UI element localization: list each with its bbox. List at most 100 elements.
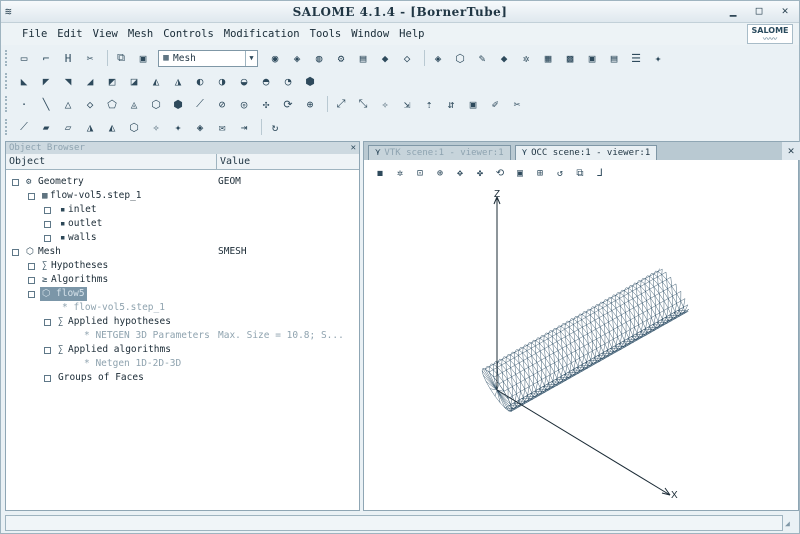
tree-row-applied-algorithms[interactable]: ∑ Applied algorithms bbox=[6, 343, 359, 357]
menu-controls[interactable]: Controls bbox=[158, 28, 219, 40]
orientation-icon[interactable]: ◮ bbox=[81, 118, 99, 136]
reset-view-icon[interactable]: ↺ bbox=[552, 165, 568, 181]
resize-grip-icon[interactable]: ◢ bbox=[785, 519, 797, 531]
rotate-icon[interactable]: ⟲ bbox=[492, 165, 508, 181]
extrusion-icon[interactable]: ⇡ bbox=[420, 95, 438, 113]
smoothing-icon[interactable]: ✐ bbox=[486, 95, 504, 113]
list-icon[interactable]: ☰ bbox=[627, 49, 645, 67]
tree-row-outlet[interactable]: ▪ outlet bbox=[6, 217, 359, 231]
med-module-icon[interactable]: ▤ bbox=[354, 49, 372, 67]
menu-file[interactable]: File bbox=[17, 28, 52, 40]
toolbar-grip[interactable] bbox=[5, 96, 9, 112]
cut-icon[interactable]: ✂ bbox=[81, 49, 99, 67]
close-icon[interactable]: ✕ bbox=[777, 4, 793, 18]
remove-elements-icon[interactable]: ⊘ bbox=[213, 95, 231, 113]
close-icon[interactable]: ✕ bbox=[351, 142, 356, 154]
menu-tools[interactable]: Tools bbox=[305, 28, 347, 40]
union-triangles-icon[interactable]: ▰ bbox=[37, 118, 55, 136]
trihedron-icon[interactable]: ✲ bbox=[392, 165, 408, 181]
post-pro-module-icon[interactable]: ◈ bbox=[288, 49, 306, 67]
expand-toggle[interactable] bbox=[12, 179, 19, 186]
dump-view-icon[interactable]: ◼ bbox=[372, 165, 388, 181]
group-icon[interactable]: ▣ bbox=[583, 49, 601, 67]
tree-row-geometry[interactable]: ⚙ Geometry GEOM bbox=[6, 175, 359, 189]
tree-row-applied-hypotheses[interactable]: ∑ Applied hypotheses bbox=[6, 315, 359, 329]
element-diameter-icon[interactable]: ◔ bbox=[279, 72, 297, 90]
menu-view[interactable]: View bbox=[88, 28, 123, 40]
module-selector[interactable]: ▦ Mesh ▼ bbox=[158, 49, 258, 67]
global-pan-icon[interactable]: ✤ bbox=[472, 165, 488, 181]
tree-row-step-shape[interactable]: ▦ flow-vol5.step_1 bbox=[6, 189, 359, 203]
menu-modification[interactable]: Modification bbox=[219, 28, 305, 40]
tree-row-hypotheses[interactable]: ∑ Hypotheses bbox=[6, 259, 359, 273]
tree-row-mesh[interactable]: ⬡ Mesh SMESH bbox=[6, 245, 359, 259]
multi-connection-icon[interactable]: ◢ bbox=[81, 72, 99, 90]
expand-toggle[interactable] bbox=[28, 291, 35, 298]
compute-icon[interactable]: ◆ bbox=[495, 49, 513, 67]
pan-icon[interactable]: ✥ bbox=[452, 165, 468, 181]
skew-icon[interactable]: ◑ bbox=[213, 72, 231, 90]
add-hexahedron-icon[interactable]: ⬡ bbox=[147, 95, 165, 113]
node-control-icon[interactable]: ⬢ bbox=[301, 72, 319, 90]
revolution-icon[interactable]: ⇵ bbox=[442, 95, 460, 113]
add-polyhedron-icon[interactable]: ⬢ bbox=[169, 95, 187, 113]
open-icon[interactable]: ⌐ bbox=[37, 49, 55, 67]
tree-row-inlet[interactable]: ▪ inlet bbox=[6, 203, 359, 217]
close-icon[interactable]: ✕ bbox=[782, 142, 800, 160]
axes-icon[interactable]: ⅃ bbox=[592, 165, 608, 181]
add-tetrahedron-icon[interactable]: ◬ bbox=[125, 95, 143, 113]
expand-toggle[interactable] bbox=[28, 193, 35, 200]
create-submesh-icon[interactable]: ⬡ bbox=[451, 49, 469, 67]
expand-toggle[interactable] bbox=[44, 319, 51, 326]
merge-elements-icon[interactable]: ✧ bbox=[376, 95, 394, 113]
display-mode-icon[interactable]: ⇥ bbox=[235, 118, 253, 136]
geometry-module-icon[interactable]: ◉ bbox=[266, 49, 284, 67]
viewer-scene[interactable]: Z X bbox=[364, 142, 798, 510]
sewing-icon[interactable]: ✦ bbox=[169, 118, 187, 136]
free-faces-icon[interactable]: ◈ bbox=[191, 118, 209, 136]
tree-row-algorithms[interactable]: ≥ Algorithms bbox=[6, 273, 359, 287]
rotation-icon[interactable]: ⟳ bbox=[279, 95, 297, 113]
tab-occ-viewer[interactable]: ⋎ OCC scene:1 - viewer:1 bbox=[514, 145, 658, 160]
minimize-icon[interactable]: ▁ bbox=[725, 4, 741, 18]
tree-row-reference-shape[interactable]: * flow-vol5.step_1 bbox=[6, 301, 359, 315]
volume-control-icon[interactable]: ◒ bbox=[235, 72, 253, 90]
save-icon[interactable]: H bbox=[59, 49, 77, 67]
split-hexahedra-icon[interactable]: ⬡ bbox=[125, 118, 143, 136]
menu-mesh[interactable]: Mesh bbox=[123, 28, 158, 40]
grid-icon[interactable]: ▦ bbox=[539, 49, 557, 67]
aspect-ratio-3d-icon[interactable]: ◓ bbox=[257, 72, 275, 90]
warping-icon[interactable]: ◐ bbox=[191, 72, 209, 90]
toolbar-grip[interactable] bbox=[5, 73, 9, 89]
menu-edit[interactable]: Edit bbox=[52, 28, 87, 40]
grid-dense-icon[interactable]: ▩ bbox=[561, 49, 579, 67]
cutting-quadrangles-icon[interactable]: ◭ bbox=[103, 118, 121, 136]
add-node-icon[interactable]: · bbox=[15, 95, 33, 113]
chevron-down-icon[interactable]: ▼ bbox=[245, 50, 257, 66]
expand-toggle[interactable] bbox=[12, 249, 19, 256]
remove-nodes-icon[interactable]: ⟋ bbox=[191, 95, 209, 113]
tree-row-walls[interactable]: ▪ walls bbox=[6, 231, 359, 245]
toolbar-grip[interactable] bbox=[5, 119, 9, 135]
minimum-angle-icon[interactable]: ◮ bbox=[169, 72, 187, 90]
fit-area-icon[interactable]: ⊞ bbox=[532, 165, 548, 181]
tree-row-flow5[interactable]: ⬡ flow5 bbox=[6, 287, 359, 301]
expand-toggle[interactable] bbox=[44, 347, 51, 354]
free-edges-icon[interactable]: ◥ bbox=[59, 72, 77, 90]
add-polygon-icon[interactable]: ⬠ bbox=[103, 95, 121, 113]
translation-icon[interactable]: ✣ bbox=[257, 95, 275, 113]
visibility-checkbox[interactable] bbox=[44, 221, 51, 228]
sew-icon[interactable]: ⤢ bbox=[332, 95, 350, 113]
merge-nodes-icon[interactable]: ⤡ bbox=[354, 95, 372, 113]
pattern-icon[interactable]: ▣ bbox=[464, 95, 482, 113]
menu-window[interactable]: Window bbox=[346, 28, 394, 40]
mesh-info-icon[interactable]: ✲ bbox=[517, 49, 535, 67]
mail-icon[interactable]: ✉ bbox=[213, 118, 231, 136]
tab-vtk-viewer[interactable]: ⋎ VTK scene:1 - viewer:1 bbox=[368, 145, 511, 160]
diagonal-inversion-icon[interactable]: ⟋ bbox=[15, 118, 33, 136]
cutting-icon[interactable]: ✂ bbox=[508, 95, 526, 113]
column-header-object[interactable]: Object bbox=[6, 154, 217, 169]
scale-icon[interactable]: ⇲ bbox=[398, 95, 416, 113]
visibility-checkbox[interactable] bbox=[44, 235, 51, 242]
yacs-module-icon[interactable]: ◇ bbox=[398, 49, 416, 67]
